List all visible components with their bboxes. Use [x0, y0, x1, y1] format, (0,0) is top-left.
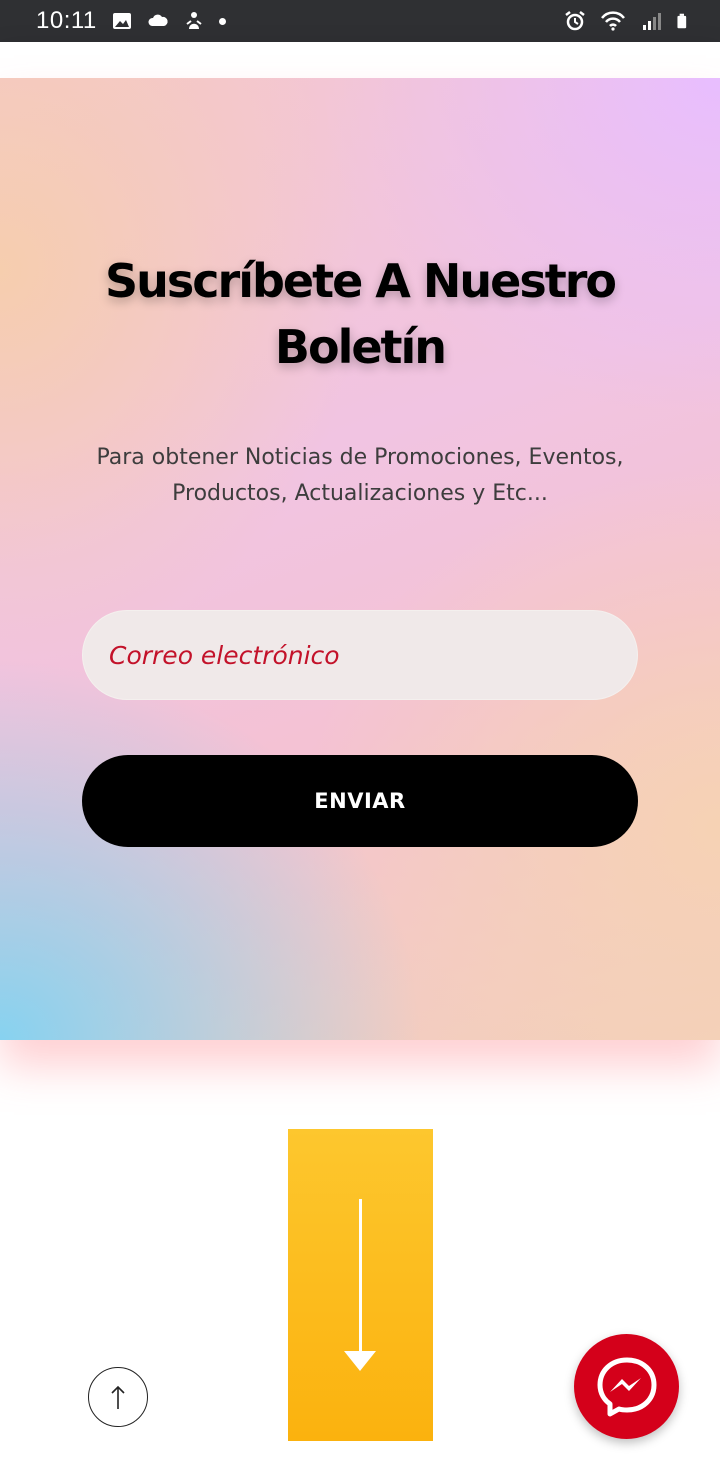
scroll-down-banner[interactable] — [288, 1129, 433, 1441]
signal-icon — [643, 13, 661, 30]
cloud-icon — [148, 14, 168, 26]
scroll-top-button[interactable] — [88, 1367, 148, 1427]
alarm-icon — [565, 11, 585, 31]
arrow-down-head — [344, 1351, 376, 1371]
wifi-icon — [601, 11, 625, 31]
arrow-down-shaft — [359, 1199, 362, 1351]
person-icon — [186, 12, 202, 29]
status-bar: 10:11 — [0, 0, 720, 42]
notification-dot — [218, 17, 226, 25]
image-icon — [112, 13, 131, 29]
submit-button[interactable]: ENVIAR — [82, 755, 638, 847]
newsletter-subtitle: Para obtener Noticias de Promociones, Ev… — [96, 445, 624, 506]
newsletter-section: Suscríbete A Nuestro Boletín Para obtene… — [0, 78, 720, 1040]
email-input[interactable] — [82, 610, 638, 700]
newsletter-title: Suscríbete A Nuestro Boletín — [104, 254, 617, 374]
arrow-up-icon — [111, 1385, 125, 1409]
messenger-chat-button[interactable] — [574, 1334, 679, 1439]
messenger-icon — [597, 1357, 656, 1416]
site-header-strip — [0, 42, 720, 78]
status-left: 10:11 — [36, 7, 226, 35]
status-time: 10:11 — [36, 7, 97, 34]
battery-icon — [677, 13, 687, 29]
status-right — [564, 10, 692, 32]
